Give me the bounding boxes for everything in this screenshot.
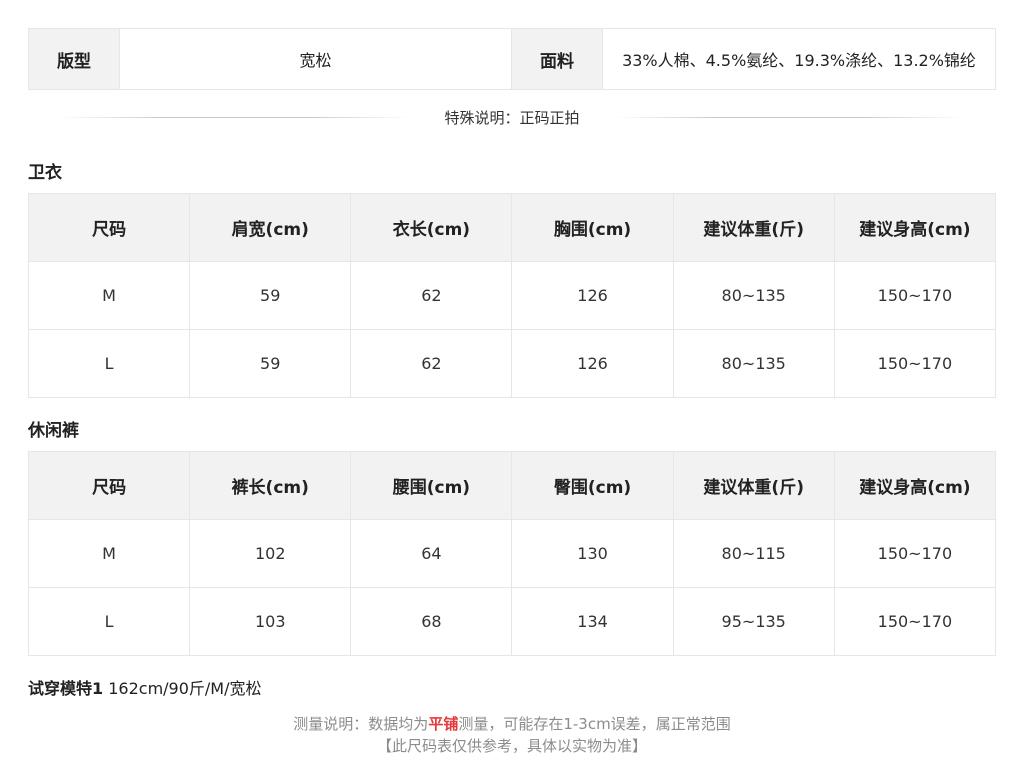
table-cell: 80~135 xyxy=(672,261,835,330)
column-header: 肩宽(cm) xyxy=(189,193,352,262)
table-cell: 150~170 xyxy=(833,519,997,588)
table-cell: M xyxy=(27,261,191,330)
divider-line-left xyxy=(60,116,411,118)
table-cell: 150~170 xyxy=(833,261,997,330)
pants-section-title: 休闲裤 xyxy=(28,421,79,441)
table-cell: 64 xyxy=(350,519,513,588)
table-cell: 126 xyxy=(511,329,674,398)
table-cell: M xyxy=(27,519,191,588)
table-cell: 80~135 xyxy=(672,329,835,398)
column-header: 裤长(cm) xyxy=(189,451,352,520)
table-cell: 130 xyxy=(511,519,674,588)
table-cell: 150~170 xyxy=(833,587,997,656)
fit-value: 宽松 xyxy=(120,29,512,89)
reference-note: 【此尺码表仅供参考，具体以实物为准】 xyxy=(376,737,647,755)
table-cell: 62 xyxy=(350,329,513,398)
column-header: 衣长(cm) xyxy=(350,193,513,262)
column-header: 臀围(cm) xyxy=(511,451,674,520)
hoodie-section-title: 卫衣 xyxy=(28,163,62,183)
fit-model-info: 试穿模特1 162cm/90斤/M/宽松 xyxy=(28,675,262,699)
table-cell: L xyxy=(27,329,191,398)
fabric-value: 33%人棉、4.5%氨纶、19.3%涤纶、13.2%锦纶 xyxy=(603,29,995,89)
table-cell: L xyxy=(27,587,191,656)
column-header: 腰围(cm) xyxy=(350,451,513,520)
table-cell: 103 xyxy=(189,587,352,656)
table-header-row: 尺码 裤长(cm) 腰围(cm) 臀围(cm) 建议体重(斤) 建议身高(cm) xyxy=(27,451,997,520)
fit-model-details: 162cm/90斤/M/宽松 xyxy=(103,679,262,698)
column-header: 建议身高(cm) xyxy=(833,451,997,520)
table-cell: 126 xyxy=(511,261,674,330)
column-header: 尺码 xyxy=(27,451,191,520)
column-header: 建议体重(斤) xyxy=(672,451,835,520)
divider-line-right xyxy=(613,116,965,118)
measurement-note-prefix: 测量说明：数据均为 xyxy=(293,715,429,733)
table-cell: 102 xyxy=(189,519,352,588)
fabric-label: 面料 xyxy=(512,29,603,89)
column-header: 建议体重(斤) xyxy=(672,193,835,262)
attribute-table: 版型 宽松 面料 33%人棉、4.5%氨纶、19.3%涤纶、13.2%锦纶 xyxy=(28,28,996,90)
table-cell: 80~115 xyxy=(672,519,835,588)
measurement-note-suffix: 测量，可能存在1-3cm误差，属正常范围 xyxy=(458,715,731,733)
table-row: L 103 68 134 95~135 150~170 xyxy=(27,587,997,656)
fit-label: 版型 xyxy=(29,29,120,89)
column-header: 胸围(cm) xyxy=(511,193,674,262)
measurement-note: 测量说明：数据均为平铺测量，可能存在1-3cm误差，属正常范围 xyxy=(0,713,1024,734)
fit-model-label: 试穿模特1 xyxy=(28,679,104,698)
table-cell: 62 xyxy=(350,261,513,330)
table-cell: 150~170 xyxy=(833,329,997,398)
hoodie-size-table: 尺码 肩宽(cm) 衣长(cm) 胸围(cm) 建议体重(斤) 建议身高(cm)… xyxy=(27,193,997,398)
table-row: L 59 62 126 80~135 150~170 xyxy=(27,329,997,398)
table-cell: 68 xyxy=(350,587,513,656)
table-row: M 102 64 130 80~115 150~170 xyxy=(27,519,997,588)
measurement-note-highlight: 平铺 xyxy=(428,715,459,733)
table-cell: 59 xyxy=(189,329,352,398)
table-cell: 134 xyxy=(511,587,674,656)
pants-size-table: 尺码 裤长(cm) 腰围(cm) 臀围(cm) 建议体重(斤) 建议身高(cm)… xyxy=(27,451,997,656)
table-header-row: 尺码 肩宽(cm) 衣长(cm) 胸围(cm) 建议体重(斤) 建议身高(cm) xyxy=(27,193,997,262)
special-note-divider: 特殊说明：正码正拍 xyxy=(60,104,965,130)
column-header: 尺码 xyxy=(27,193,191,262)
column-header: 建议身高(cm) xyxy=(833,193,997,262)
table-cell: 95~135 xyxy=(672,587,835,656)
table-cell: 59 xyxy=(189,261,352,330)
table-row: M 59 62 126 80~135 150~170 xyxy=(27,261,997,330)
special-note: 特殊说明：正码正拍 xyxy=(444,108,580,127)
